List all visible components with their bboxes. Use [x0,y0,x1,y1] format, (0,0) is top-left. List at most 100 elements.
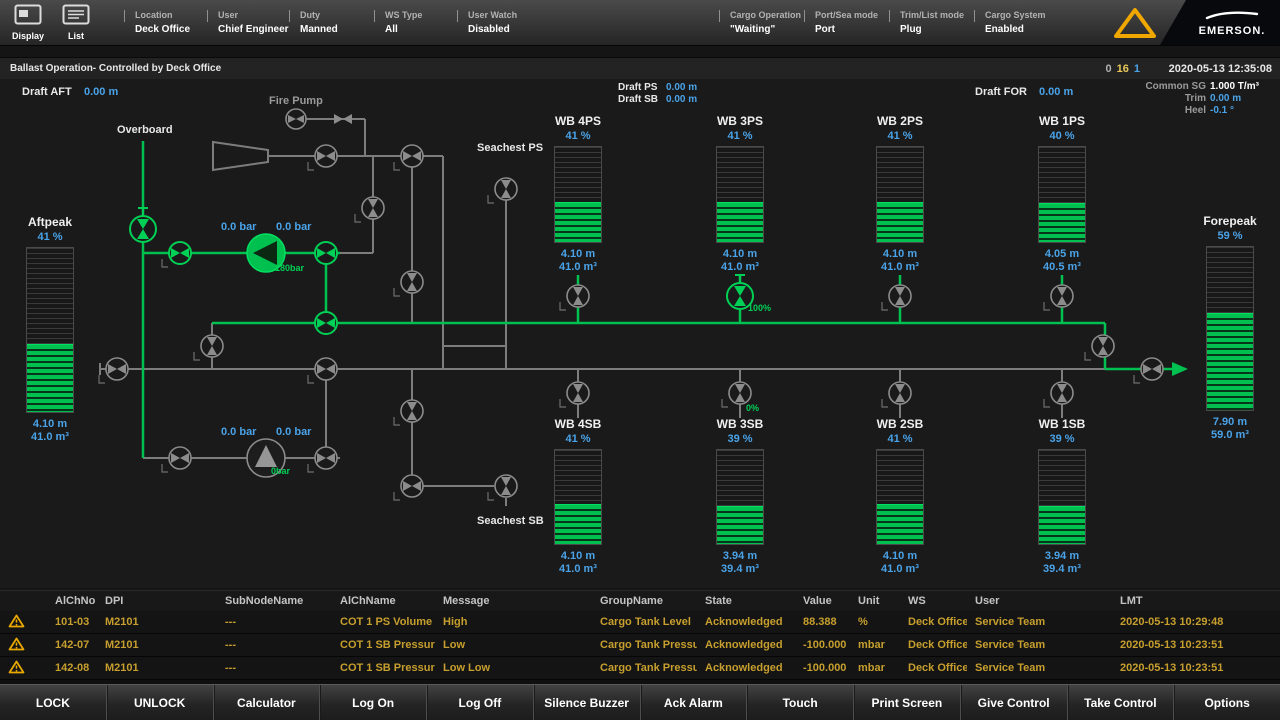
print-screen-button[interactable]: Print Screen [853,685,960,720]
draft-aft-label: Draft AFT [22,86,72,98]
touch-button[interactable]: Touch [746,685,853,720]
crossover-valve-a-icon[interactable] [355,197,384,222]
wb4ps-valve-icon[interactable] [560,285,589,310]
tank-volume: 41.0 m³ [559,261,597,274]
tank-name: WB 4PS [555,114,601,129]
draft-for-label: Draft FOR [975,86,1027,98]
tank-percent: 40 % [1049,129,1074,143]
alarm-row[interactable]: 142-07 M2101 --- COT 1 SB Pressure Low C… [0,634,1280,657]
wb2ps-valve-icon[interactable] [882,285,911,310]
seachest-sb-line-valve-icon[interactable] [394,475,423,500]
tank-level: 3.94 m [1045,550,1079,563]
main-valve-fwd-icon[interactable] [1134,358,1163,383]
draft-ps-value: 0.00 m [666,82,697,93]
tank-wb3ps[interactable]: WB 3PS 41 % 4.10 m 41.0 m³ [695,114,785,274]
sb-pump-suction-pressure: 0.0 bar [221,426,256,438]
cell-groupname: Cargo Tank Pressure [592,639,697,651]
list-view-button[interactable]: List [58,4,94,41]
tank-percent: 39 % [727,432,752,446]
silence-buzzer-button[interactable]: Silence Buzzer [533,685,640,720]
calculator-button[interactable]: Calculator [213,685,320,720]
wb1ps-valve-icon[interactable] [1044,285,1073,310]
ack-alarm-button[interactable]: Ack Alarm [640,685,747,720]
overboard-valve-2-icon[interactable] [394,145,423,170]
tank-level: 4.10 m [561,248,595,261]
display-view-button[interactable]: Display [10,4,46,41]
sb-pump-suction-valve-icon[interactable] [162,447,191,472]
cell-alchno: 142-08 [47,662,97,674]
sb-pump-discharge-valve-icon[interactable] [308,447,337,472]
seachest-ps-valve-icon[interactable] [488,178,517,203]
tank-wb2ps[interactable]: WB 2PS 41 % 4.10 m 41.0 m³ [855,114,945,274]
lock-button[interactable]: LOCK [0,685,106,720]
unlock-button[interactable]: UNLOCK [106,685,213,720]
cell-unit: mbar [850,639,900,651]
wb4sb-valve-icon[interactable] [560,382,589,407]
overboard-main-valve-icon[interactable] [130,208,156,242]
alarm-warning-icon[interactable] [1112,6,1158,40]
tank-volume: 41.0 m³ [881,563,919,576]
field-value: Plug [900,24,964,35]
riser-valve-fwd-icon[interactable] [1085,335,1114,360]
tank-wb1sb[interactable]: WB 1SB 39 % 3.94 m 39.4 m³ [1017,417,1107,576]
ps-pump-suction-valve-icon[interactable] [162,242,191,267]
alarm-row[interactable]: 101-03 M2101 --- COT 1 PS Volume High Ca… [0,611,1280,634]
top-header: Display List Location Deck Office User C… [0,0,1280,46]
tank-percent: 41 % [887,129,912,143]
log-on-button[interactable]: Log On [319,685,426,720]
tank-aftpeak[interactable]: Aftpeak 41 % 4.10 m 41.0 m³ [5,215,95,444]
line-valve-b-icon[interactable] [394,400,423,425]
tank-name: WB 3PS [717,114,763,129]
tank-level-bar [1206,246,1254,411]
tank-wb4sb[interactable]: WB 4SB 41 % 4.10 m 41.0 m³ [533,417,623,576]
seachest-sb-valve-icon[interactable] [488,475,517,500]
cell-dpi: M2101 [97,616,217,628]
cell-message: Low [435,639,592,651]
main-line-valve-icon[interactable] [315,312,337,334]
ps-pump-discharge-valve-icon[interactable] [315,242,337,264]
cell-lmt: 2020-05-13 10:23:51 [1112,662,1280,674]
field-value: Chief Engineer [218,24,289,35]
field-value: Deck Office [135,24,190,35]
cell-lmt: 2020-05-13 10:23:51 [1112,639,1280,651]
overboard-valve-1-icon[interactable] [308,145,337,170]
main-valve-mid-icon[interactable] [308,358,337,383]
field-cargo-operation: Cargo Operation "Waiting" [730,10,801,35]
fire-pump-inlet-valve-icon[interactable] [286,109,306,129]
main-valve-aft-icon[interactable] [99,358,128,383]
tank-wb1ps[interactable]: WB 1PS 40 % 4.05 m 40.5 m³ [1017,114,1107,274]
cell-dpi: M2101 [97,639,217,651]
cell-alchname: COT 1 SB Pressure [332,639,435,651]
alarm-row-warning-icon [8,614,25,628]
tank-wb4ps[interactable]: WB 4PS 41 % 4.10 m 41.0 m³ [533,114,623,274]
take-control-button[interactable]: Take Control [1067,685,1174,720]
tank-level-bar [26,247,74,413]
give-control-button[interactable]: Give Control [960,685,1067,720]
alarm-row[interactable]: 142-08 M2101 --- COT 1 SB Pressure Low L… [0,657,1280,680]
page-title: Ballast Operation- Controlled by Deck Of… [10,58,221,80]
tank-level-bar [554,146,602,243]
wb2sb-valve-icon[interactable] [882,382,911,407]
tank-forepeak[interactable]: Forepeak 59 % 7.90 m 59.0 m³ [1185,214,1275,442]
tank-percent: 59 % [1217,229,1242,243]
tank-level-bar [716,449,764,545]
cell-alchno: 101-03 [47,616,97,628]
tank-name: Aftpeak [28,215,72,230]
tank-wb3sb[interactable]: WB 3SB 39 % 3.94 m 39.4 m³ [695,417,785,576]
alarm-count-high: 1 [1134,63,1140,75]
log-off-button[interactable]: Log Off [426,685,533,720]
field-duty: Duty Manned [300,10,338,35]
tank-level: 4.10 m [883,550,917,563]
riser-valve-aft-icon[interactable] [194,335,223,360]
line-valve-a-icon[interactable] [394,271,423,296]
cell-lmt: 2020-05-13 10:29:48 [1112,616,1280,628]
tank-level: 4.05 m [1045,248,1079,261]
tank-wb2sb[interactable]: WB 2SB 41 % 4.10 m 41.0 m³ [855,417,945,576]
field-label: User Watch [468,10,517,20]
tank-level-bar [1038,146,1086,243]
wb1sb-valve-icon[interactable] [1044,382,1073,407]
fire-pump-manual-valve-icon[interactable] [334,114,352,124]
options-button[interactable]: Options [1173,685,1280,720]
tank-percent: 39 % [1049,432,1074,446]
tank-level-bar [876,146,924,243]
